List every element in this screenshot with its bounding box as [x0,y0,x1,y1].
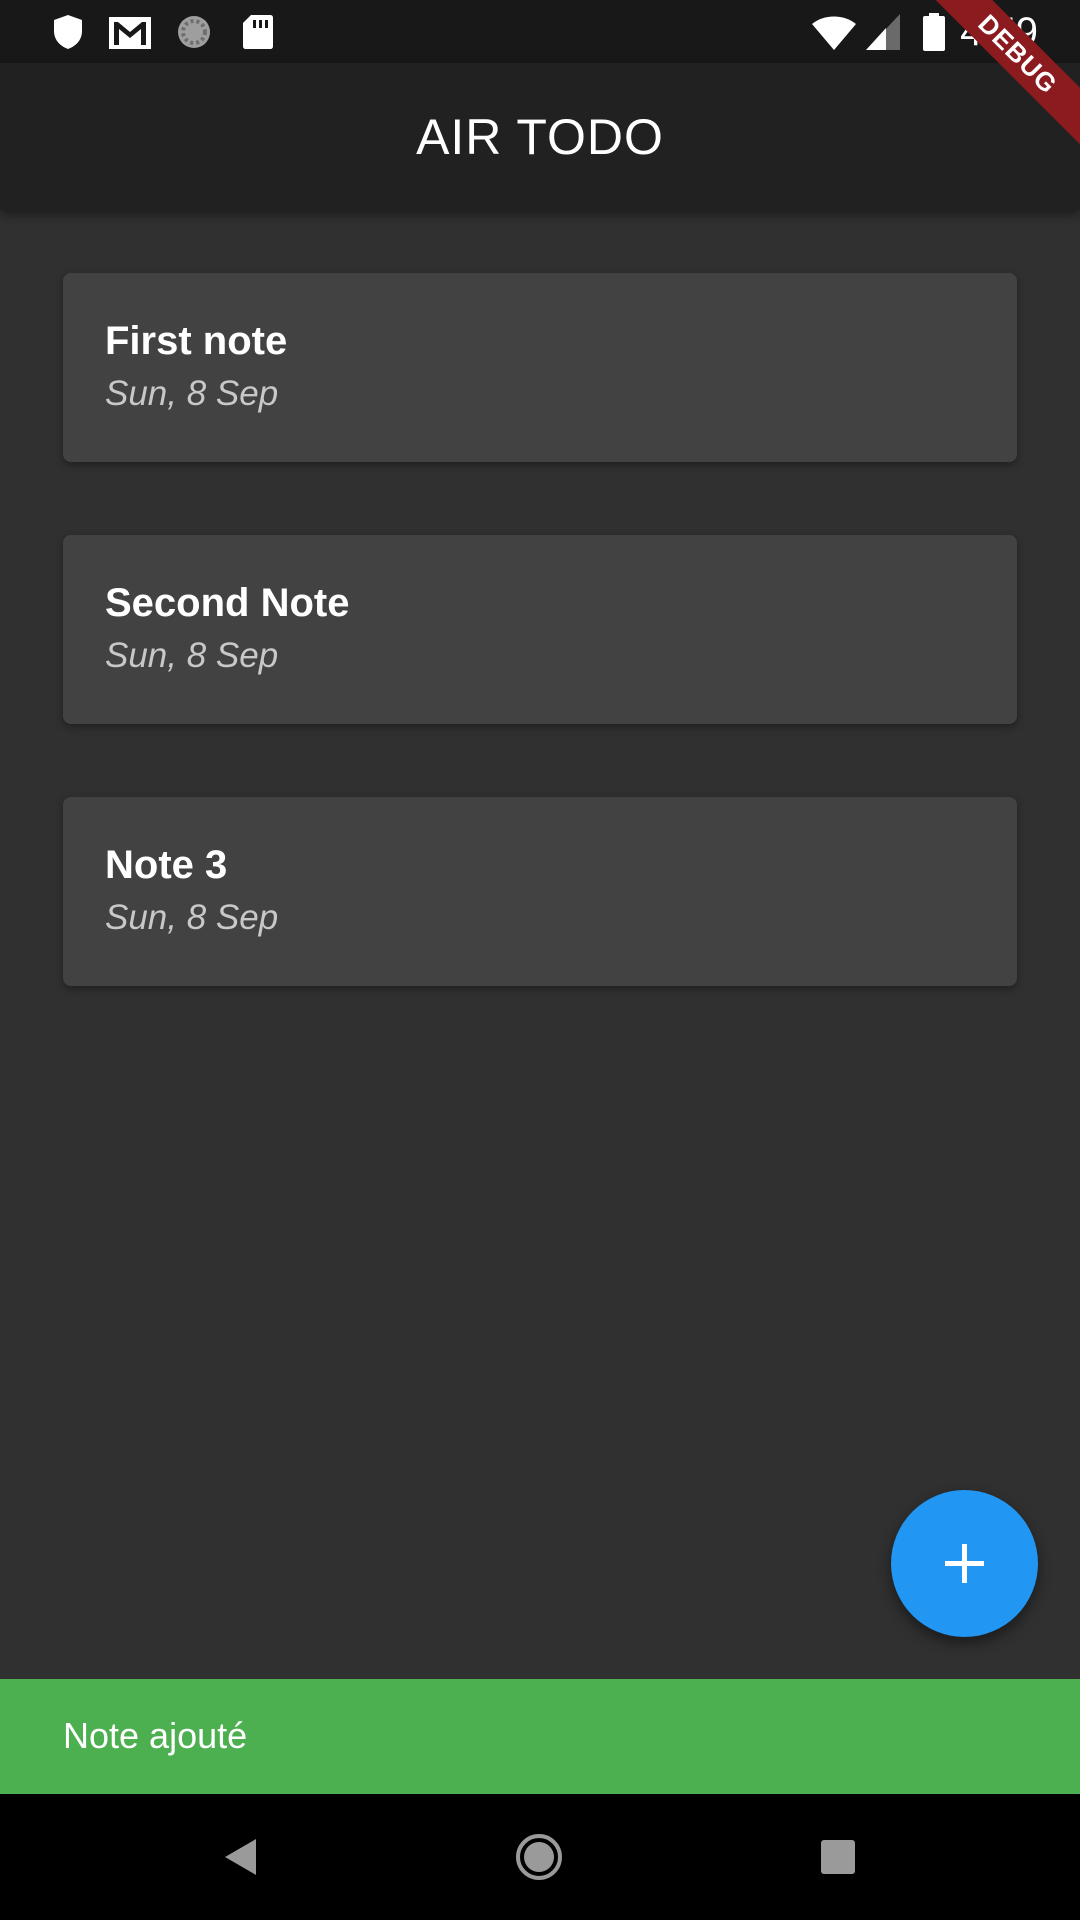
status-time: 4:59 [960,10,1038,54]
note-title: Note 3 [105,843,228,887]
sd-card-icon [243,15,273,49]
note-card[interactable]: Second Note Sun, 8 Sep [63,535,1017,724]
home-icon[interactable] [509,1827,569,1887]
wifi-icon [812,16,856,50]
back-icon[interactable] [212,1827,272,1887]
loading-icon [178,16,210,48]
recents-icon[interactable] [808,1827,868,1887]
note-title: Second Note [105,581,350,625]
screen: 4:59 DEBUG AIR TODO First note Sun, 8 Se… [0,0,1080,1920]
page-title: AIR TODO [416,109,664,165]
gmail-icon [109,17,151,49]
shield-icon [54,15,82,49]
app-bar: AIR TODO [0,63,1080,210]
note-date: Sun, 8 Sep [105,374,279,413]
snackbar: Note ajouté [0,1679,1080,1794]
cell-signal-icon [866,14,900,50]
note-date: Sun, 8 Sep [105,898,279,937]
navigation-bar [0,1794,1080,1920]
snackbar-message: Note ajouté [63,1715,248,1756]
note-card[interactable]: First note Sun, 8 Sep [63,273,1017,462]
notes-list: First note Sun, 8 Sep Second Note Sun, 8… [63,273,1017,1059]
add-note-button[interactable] [891,1490,1038,1637]
note-card[interactable]: Note 3 Sun, 8 Sep [63,797,1017,986]
note-title: First note [105,319,288,363]
note-date: Sun, 8 Sep [105,636,279,675]
status-bar: 4:59 [0,0,1080,63]
battery-icon [923,13,945,51]
